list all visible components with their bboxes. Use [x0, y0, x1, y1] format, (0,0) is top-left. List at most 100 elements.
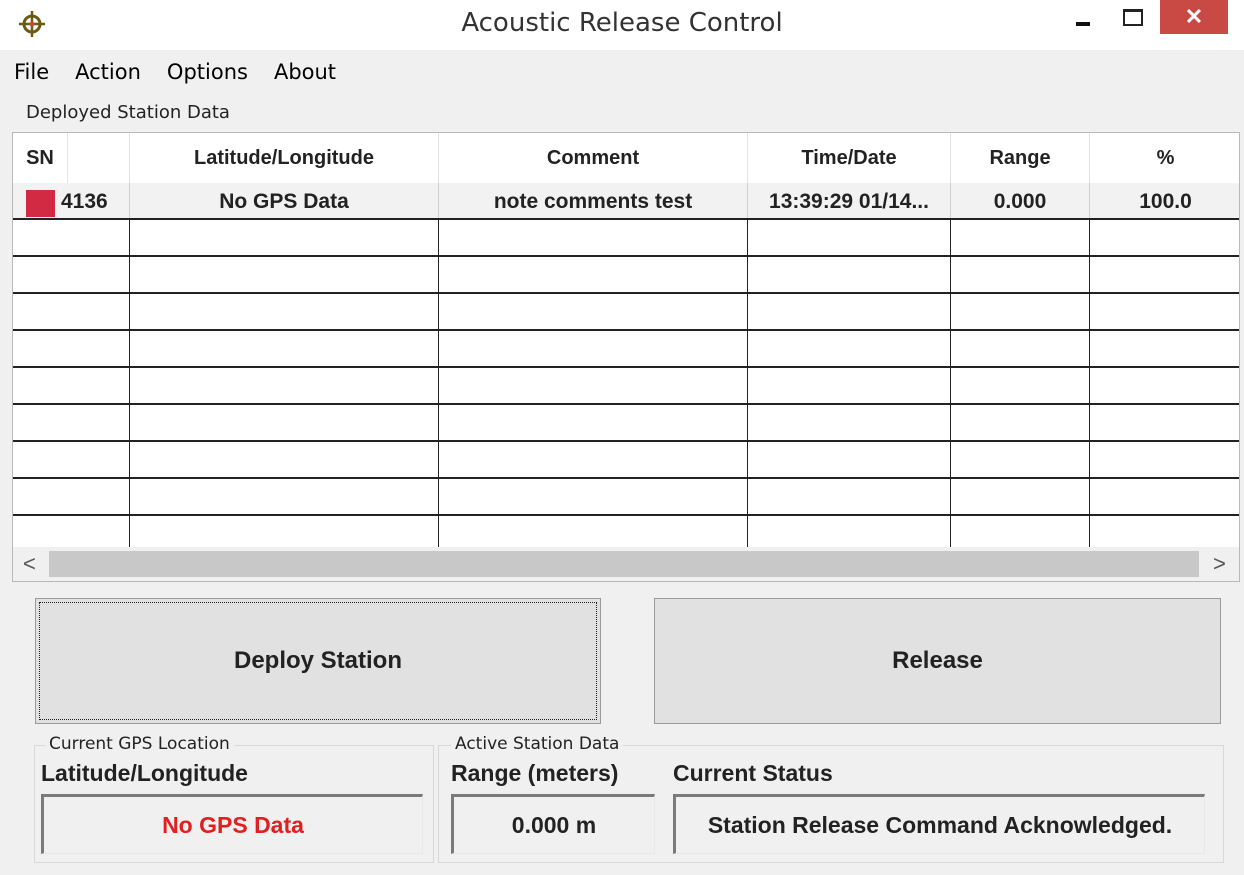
table-cell [130, 368, 439, 403]
table-cell [951, 442, 1090, 477]
menu-file[interactable]: File [12, 60, 62, 84]
table-row[interactable]: 4136 No GPS Data note comments test 13:3… [13, 183, 1239, 220]
column-header-range[interactable]: Range [951, 133, 1090, 183]
window-title: Acoustic Release Control [461, 8, 783, 38]
table-row[interactable] [13, 220, 1239, 257]
table-cell [439, 257, 748, 292]
cell-percent: 100.0 [1139, 190, 1192, 213]
table-cell [1090, 368, 1239, 403]
title-bar: Acoustic Release Control ✕ [0, 0, 1244, 50]
column-header-percent[interactable]: % [1090, 133, 1239, 183]
table-cell [1090, 479, 1239, 514]
table-cell [130, 331, 439, 366]
menu-about[interactable]: About [261, 60, 349, 84]
table-cell [130, 516, 439, 551]
scroll-right-icon[interactable]: > [1213, 551, 1226, 577]
active-station-group-title: Active Station Data [451, 734, 624, 754]
table-cell [1090, 257, 1239, 292]
release-button[interactable]: Release [654, 598, 1221, 724]
table-cell [1090, 331, 1239, 366]
current-gps-location-group: Current GPS Location Latitude/Longitude … [34, 734, 434, 863]
table-cell [1090, 405, 1239, 440]
table-cell [748, 442, 951, 477]
lat-long-label: Latitude/Longitude [41, 760, 248, 786]
release-label: Release [892, 647, 983, 674]
table-cell [748, 368, 951, 403]
table-cell [13, 442, 130, 477]
scrollbar-thumb[interactable] [49, 551, 1199, 577]
column-header-spacer [68, 133, 130, 183]
sn-value: 4136 [61, 190, 108, 213]
maximize-button[interactable] [1110, 0, 1156, 34]
table-cell [13, 516, 130, 551]
maximize-icon [1123, 8, 1143, 26]
cell-range: 0.000 [951, 183, 1090, 218]
range-meters-label: Range (meters) [451, 760, 619, 786]
table-row[interactable] [13, 331, 1239, 368]
table-cell [130, 257, 439, 292]
station-data-grid[interactable]: SN Latitude/Longitude Comment Time/Date … [12, 132, 1240, 582]
table-row[interactable] [13, 257, 1239, 294]
table-cell [951, 368, 1090, 403]
cell-sn: 4136 [13, 183, 130, 218]
table-cell [748, 257, 951, 292]
table-cell [748, 479, 951, 514]
table-cell [951, 331, 1090, 366]
station-status-marker [26, 190, 55, 217]
table-cell [748, 516, 951, 551]
close-button[interactable]: ✕ [1160, 0, 1228, 34]
table-cell [748, 220, 951, 255]
table-cell [439, 516, 748, 551]
table-cell [13, 479, 130, 514]
table-cell [951, 220, 1090, 255]
grid-header: SN Latitude/Longitude Comment Time/Date … [13, 133, 1239, 184]
table-cell [130, 294, 439, 329]
cell-lat-long: No GPS Data [130, 183, 439, 218]
table-cell [951, 479, 1090, 514]
table-cell [1090, 442, 1239, 477]
table-cell [439, 442, 748, 477]
table-cell [13, 331, 130, 366]
table-cell [130, 220, 439, 255]
table-cell [1090, 220, 1239, 255]
table-cell [748, 405, 951, 440]
active-station-data-group: Active Station Data Range (meters) 0.000… [438, 734, 1224, 863]
range-value-field: 0.000 m [451, 794, 655, 854]
table-cell [951, 405, 1090, 440]
table-row[interactable] [13, 479, 1239, 516]
table-cell [130, 405, 439, 440]
minimize-icon [1076, 22, 1090, 26]
cell-comment: note comments test [439, 183, 748, 218]
table-cell [439, 331, 748, 366]
table-cell [439, 220, 748, 255]
table-cell [1090, 516, 1239, 551]
column-header-sn[interactable]: SN [13, 133, 68, 183]
table-row[interactable] [13, 294, 1239, 331]
column-header-lat-long[interactable]: Latitude/Longitude [130, 133, 439, 183]
table-row[interactable] [13, 368, 1239, 405]
current-status-label: Current Status [673, 760, 833, 786]
table-cell [130, 442, 439, 477]
table-cell [951, 257, 1090, 292]
deployed-station-group-title: Deployed Station Data [26, 102, 230, 123]
table-row[interactable] [13, 405, 1239, 442]
horizontal-scrollbar[interactable]: < > [13, 547, 1239, 581]
minimize-button[interactable] [1060, 0, 1106, 34]
menu-action[interactable]: Action [62, 60, 154, 84]
table-cell [1090, 294, 1239, 329]
scroll-left-icon[interactable]: < [23, 551, 36, 577]
table-cell [439, 405, 748, 440]
table-cell [951, 294, 1090, 329]
gps-group-title: Current GPS Location [45, 734, 234, 754]
table-cell [951, 516, 1090, 551]
current-status-field: Station Release Command Acknowledged. [673, 794, 1205, 854]
table-cell [439, 294, 748, 329]
table-row[interactable] [13, 442, 1239, 479]
close-icon: ✕ [1184, 4, 1204, 29]
column-header-comment[interactable]: Comment [439, 133, 748, 183]
column-header-time-date[interactable]: Time/Date [748, 133, 951, 183]
table-cell [439, 479, 748, 514]
deploy-station-button[interactable]: Deploy Station [35, 598, 601, 724]
table-cell [439, 368, 748, 403]
menu-options[interactable]: Options [154, 60, 261, 84]
